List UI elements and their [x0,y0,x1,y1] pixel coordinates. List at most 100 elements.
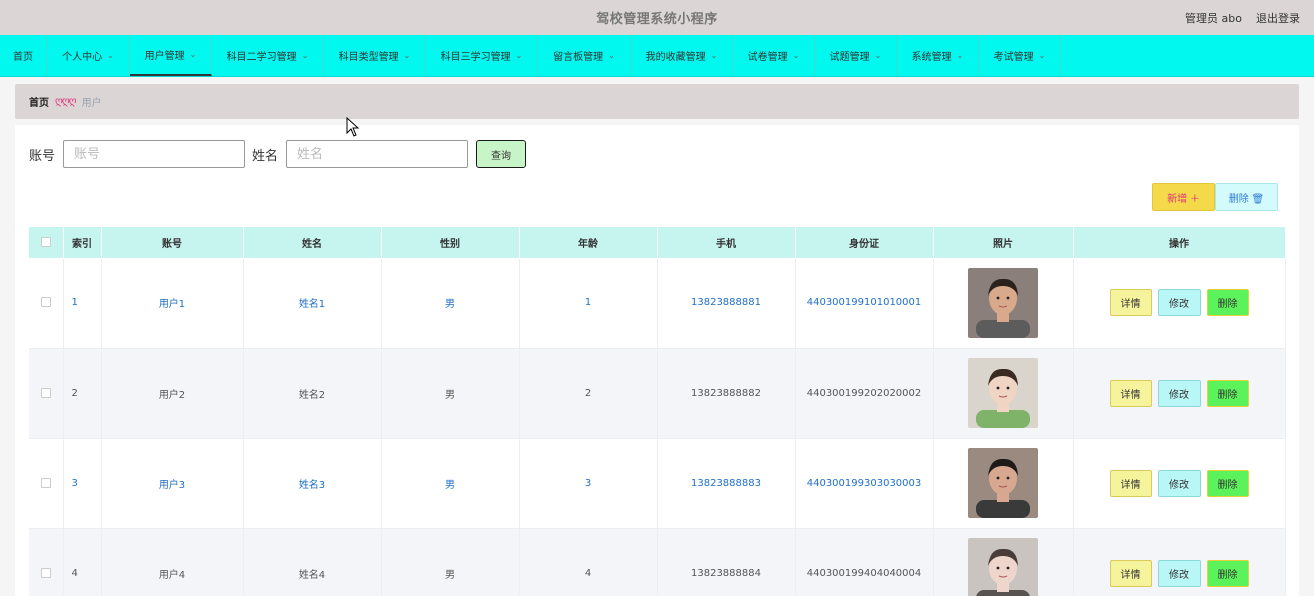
detail-button[interactable]: 详情 [1109,559,1152,587]
chevron-down-icon: ⌄ [403,51,411,60]
delete-button[interactable]: 删除 [1206,469,1249,497]
row-select-cell [29,438,64,529]
cell-age: 4 [519,528,658,596]
row-checkbox[interactable] [40,297,51,308]
table-row: 4 用户4 姓名4 男 4 13823888884 440300199404040004 详情… [29,528,1286,596]
batch-delete-button[interactable]: 删除 🗑 [1215,183,1278,211]
nav-item-1[interactable]: 个人中心 ⌄ [47,35,130,76]
nav-item-label: 我的收藏管理 [645,52,706,63]
name-search-input[interactable] [286,140,469,168]
column-header-9: 操作 [1073,227,1286,258]
cell-account: 用户4 [101,528,244,596]
delete-button[interactable]: 删除 [1206,289,1249,317]
cell-photo [933,528,1074,596]
breadcrumb-home[interactable]: 首页 [29,94,49,109]
nav-item-label: 留言板管理 [553,52,604,63]
breadcrumb-separator: ღღღ [55,96,77,107]
cell-index: 3 [63,438,102,529]
cell-operations: 详情 修改 删除 [1073,258,1286,349]
delete-button[interactable]: 删除 [1206,379,1249,407]
cell-index: 2 [63,348,102,439]
nav-item-label: 首页 [13,52,33,63]
user-photo [968,448,1038,518]
cell-index: 4 [63,528,102,596]
chevron-down-icon: ⌄ [301,51,309,60]
detail-button[interactable]: 详情 [1109,289,1152,317]
user-photo [968,267,1038,338]
cell-gender: 男 [381,348,520,439]
search-button[interactable]: 查询 [476,140,527,168]
cell-name: 姓名3 [243,438,382,529]
nav-item-6[interactable]: 留言板管理 ⌄ [538,35,631,76]
chevron-down-icon: ⌄ [874,51,882,60]
table-row: 1 用户1 姓名1 男 1 13823888881 440300199101010001 详情… [29,258,1286,349]
table-row: 3 用户3 姓名3 男 3 13823888883 440300199303030003 详情… [29,438,1286,529]
nav-item-11[interactable]: 考试管理 ⌄ [979,35,1061,76]
nav-item-label: 试题管理 [829,52,870,63]
mouse-cursor-icon [346,117,360,137]
cell-name: 姓名2 [243,348,382,439]
row-checkbox[interactable] [40,567,51,578]
logout-link[interactable]: 退出登录 [1256,10,1300,26]
account-label: 账号 [29,148,56,164]
user-photo [968,358,1038,428]
chevron-down-icon: ⌄ [792,51,800,60]
user-table: 索引 账号 姓名 性别 年龄 手机 身份证 照片 操作 1 用户1 姓名1 男 1 13823888881… [29,227,1286,596]
nav-item-label: 考试管理 [993,52,1034,63]
nav-item-7[interactable]: 我的收藏管理 ⌄ [631,35,733,76]
account-search-input[interactable] [63,140,246,168]
cell-name: 姓名4 [243,528,382,596]
cell-photo [933,258,1074,349]
column-header-4: 性别 [381,227,520,258]
table-row: 2 用户2 姓名2 男 2 13823888882 440300199202020002 详情… [29,348,1286,439]
add-button[interactable]: 新增 ＋ [1152,183,1215,211]
edit-button[interactable]: 修改 [1157,289,1201,317]
row-select-cell [29,348,64,439]
cell-operations: 详情 修改 删除 [1073,348,1286,439]
column-header-2: 账号 [101,227,244,258]
main-content: 账号 姓名 查询 新增 ＋ 删除 🗑 索引账号姓名性别年龄手机身份证照片操作 1… [15,125,1299,596]
edit-button[interactable]: 修改 [1157,379,1201,407]
detail-button[interactable]: 详情 [1109,379,1152,407]
nav-item-label: 科目类型管理 [338,52,399,63]
top-header: 驾校管理系统小程序 管理员 abo 退出登录 [0,0,1314,35]
nav-item-0[interactable]: 首页 [0,35,47,76]
column-header-8: 照片 [933,227,1074,258]
edit-button[interactable]: 修改 [1157,469,1201,497]
nav-item-10[interactable]: 系统管理 ⌄ [897,35,979,76]
nav-item-label: 试卷管理 [747,52,788,63]
nav-item-3[interactable]: 科目二学习管理 ⌄ [212,35,324,76]
cell-name: 姓名1 [243,258,382,349]
cell-index: 1 [63,258,102,349]
cell-account: 用户1 [101,258,244,349]
nav-item-5[interactable]: 科目三学习管理 ⌄ [426,35,538,76]
nav-item-label: 用户管理 [144,51,185,62]
row-checkbox[interactable] [40,477,51,488]
column-header-6: 手机 [657,227,796,258]
nav-item-label: 系统管理 [911,52,952,63]
cell-operations: 详情 修改 删除 [1073,528,1286,596]
nav-item-label: 科目二学习管理 [226,52,297,63]
chevron-down-icon: ⌄ [189,50,197,59]
cell-photo [933,348,1074,439]
nav-item-9[interactable]: 试题管理 ⌄ [815,35,897,76]
nav-item-4[interactable]: 科目类型管理 ⌄ [324,35,426,76]
detail-button[interactable]: 详情 [1109,469,1152,497]
cell-operations: 详情 修改 删除 [1073,438,1286,529]
name-label: 姓名 [252,148,279,164]
cell-gender: 男 [381,258,520,349]
select-all-checkbox[interactable] [40,237,51,247]
nav-item-label: 个人中心 [62,52,103,63]
chevron-down-icon: ⌄ [608,51,615,60]
breadcrumb: 首页 ღღღ 用户 [15,84,1299,119]
nav-item-8[interactable]: 试卷管理 ⌄ [733,35,815,76]
table-header-row: 索引 账号 姓名 性别 年龄 手机 身份证 照片 操作 [29,227,1286,258]
table-body: 1 用户1 姓名1 男 1 13823888881 440300199101010001 详情… [29,258,1286,596]
edit-button[interactable]: 修改 [1157,559,1201,587]
chevron-down-icon: ⌄ [710,51,718,60]
nav-item-2[interactable]: 用户管理 ⌄ [130,35,212,76]
delete-button[interactable]: 删除 [1206,559,1249,587]
column-header-7: 身份证 [795,227,934,258]
row-checkbox[interactable] [40,387,51,398]
cell-id-card: 440300199202020002 [795,348,934,439]
